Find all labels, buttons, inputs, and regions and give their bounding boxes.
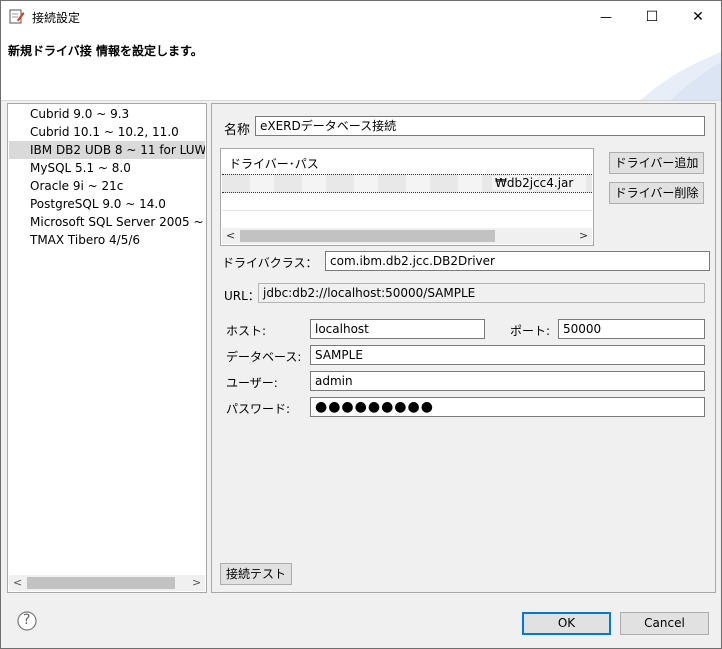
list-item[interactable]: Cubrid 10.1 ~ 10.2, 11.0: [9, 123, 205, 141]
maximize-icon: ☐: [645, 8, 659, 25]
title-bar: 接続設定 — ☐ ✕: [1, 1, 721, 32]
password-label: パスワード:: [226, 402, 291, 416]
ok-button[interactable]: OK: [522, 612, 611, 635]
test-connection-button[interactable]: 接続テスト: [220, 563, 292, 585]
list-item[interactable]: Oracle 9i ~ 21c: [9, 177, 205, 195]
minimize-icon: —: [600, 9, 612, 24]
close-icon: ✕: [692, 8, 704, 25]
remove-driver-button[interactable]: ドライバー削除: [609, 182, 704, 204]
host-field[interactable]: localhost: [310, 319, 485, 339]
database-label: データベース:: [226, 350, 302, 364]
header-description: 新規ドライバ接 情報を設定します。: [8, 44, 203, 58]
list-horizontal-scrollbar[interactable]: < >: [9, 575, 205, 591]
list-item[interactable]: Cubrid 9.0 ~ 9.3: [9, 105, 205, 123]
driver-path-header: ドライバー･パス: [229, 157, 319, 171]
driver-horizontal-scrollbar[interactable]: < >: [222, 228, 592, 244]
scroll-left-icon[interactable]: <: [226, 229, 235, 242]
connection-settings-dialog: 接続設定 — ☐ ✕ 新規ドライバ接 情報を設定します。 Cubrid 9.0 …: [0, 0, 722, 649]
driver-path-value: ₩db2jcc4.jar: [492, 176, 577, 190]
url-label: URL：: [224, 289, 260, 303]
name-field[interactable]: eXERDデータベース接続: [255, 116, 705, 136]
close-button[interactable]: ✕: [675, 1, 721, 32]
database-type-list[interactable]: Cubrid 9.0 ~ 9.3 Cubrid 10.1 ~ 10.2, 11.…: [7, 103, 207, 593]
scroll-left-icon[interactable]: <: [13, 576, 22, 589]
user-label: ユーザー:: [226, 376, 278, 390]
dialog-header: 新規ドライバ接 情報を設定します。: [1, 32, 721, 101]
add-driver-button[interactable]: ドライバー追加: [609, 152, 704, 174]
help-glyph: ?: [23, 612, 31, 628]
divider: [222, 210, 592, 211]
driver-path-table[interactable]: ドライバー･パス ₩db2jcc4.jar < >: [220, 148, 594, 246]
driver-path-row[interactable]: ₩db2jcc4.jar: [222, 174, 592, 193]
port-field[interactable]: 50000: [558, 319, 705, 339]
scroll-right-icon[interactable]: >: [192, 576, 201, 589]
list-item[interactable]: TMAX Tibero 4/5/6: [9, 231, 205, 249]
password-field[interactable]: ●●●●●●●●●: [310, 397, 705, 417]
header-decoration: [641, 32, 721, 100]
driver-class-label: ドライバクラス：: [222, 256, 318, 270]
scroll-thumb[interactable]: [27, 577, 175, 589]
list-item[interactable]: Microsoft SQL Server 2005 ~ 2019: [9, 213, 205, 231]
window-title: 接続設定: [32, 11, 81, 25]
port-label: ポート:: [510, 324, 551, 338]
cancel-button[interactable]: Cancel: [620, 612, 709, 635]
host-label: ホスト:: [226, 324, 267, 338]
database-field[interactable]: SAMPLE: [310, 345, 705, 365]
user-field[interactable]: admin: [310, 371, 705, 391]
name-label: 名称: [224, 123, 251, 138]
url-field: jdbc:db2://localhost:50000/SAMPLE: [258, 283, 705, 303]
maximize-button[interactable]: ☐: [629, 1, 675, 32]
app-edit-icon: [9, 9, 25, 24]
minimize-button[interactable]: —: [583, 1, 629, 32]
list-item[interactable]: PostgreSQL 9.0 ~ 14.0: [9, 195, 205, 213]
scroll-thumb[interactable]: [240, 230, 495, 242]
connection-form: 名称 eXERDデータベース接続 ドライバー･パス ₩db2jcc4.jar <…: [211, 103, 716, 593]
list-item[interactable]: MySQL 5.1 ~ 8.0: [9, 159, 205, 177]
driver-class-field[interactable]: com.ibm.db2.jcc.DB2Driver: [325, 251, 710, 271]
list-item-selected[interactable]: IBM DB2 UDB 8 ~ 11 for LUW: [9, 141, 205, 159]
scroll-right-icon[interactable]: >: [579, 229, 588, 242]
